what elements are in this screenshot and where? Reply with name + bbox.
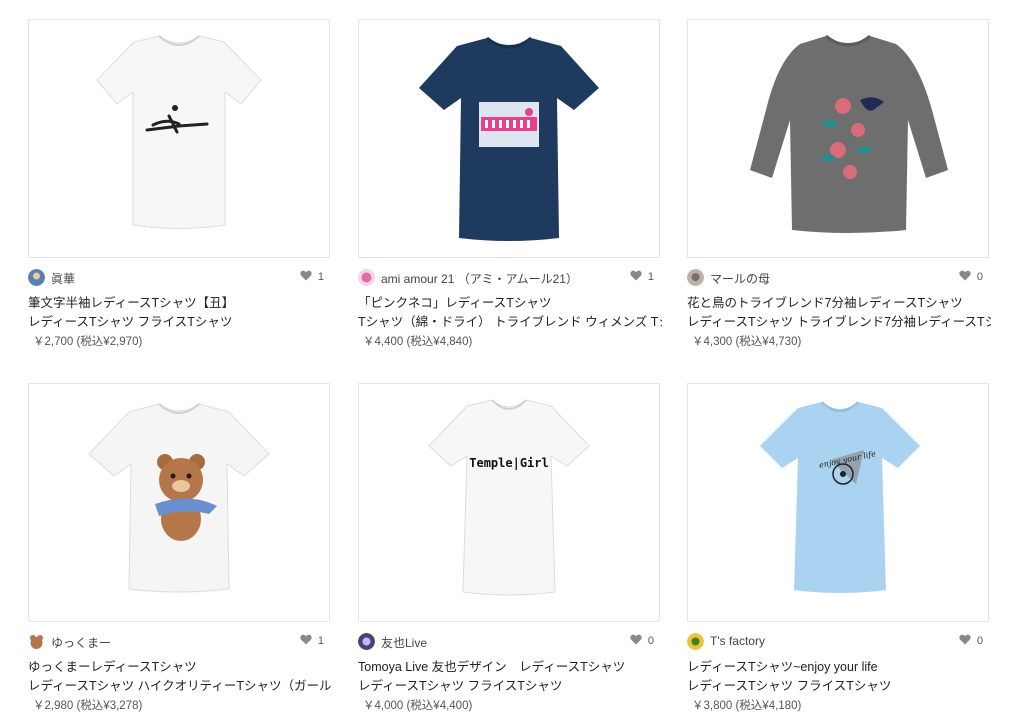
- product-type[interactable]: Tシャツ（綿・ドライ） トライブレンド ウィメンズ Tシャツ: [358, 312, 662, 332]
- product-price: ￥4,000 (税込¥4,400): [363, 700, 473, 712]
- avatar[interactable]: [358, 633, 375, 650]
- heart-icon[interactable]: [959, 270, 971, 281]
- tshirt-image: enjoy your life: [760, 401, 920, 593]
- heart-icon[interactable]: [630, 634, 642, 645]
- product-image[interactable]: [28, 19, 330, 258]
- heart-icon[interactable]: [300, 270, 312, 281]
- tshirt-image: Temple|Girl: [428, 399, 590, 596]
- avatar[interactable]: [687, 269, 704, 286]
- heart-icon[interactable]: [300, 634, 312, 645]
- product-type[interactable]: レディースTシャツ ハイクオリティーTシャツ（ガールズ）: [28, 676, 332, 696]
- like-count-value: 1: [317, 271, 324, 283]
- tshirt-image: [96, 35, 262, 229]
- product-title[interactable]: レディースTシャツ~enjoy your life: [687, 657, 991, 677]
- avatar[interactable]: [358, 269, 375, 286]
- product-image[interactable]: [687, 19, 989, 258]
- like-count[interactable]: 0: [959, 634, 983, 647]
- author-name[interactable]: マールの母: [710, 270, 770, 287]
- like-count-value: 0: [647, 635, 654, 647]
- author-name[interactable]: ゆっくまー: [51, 634, 111, 651]
- product-title[interactable]: Tomoya Live 友也デザイン レディースTシャツ: [358, 657, 662, 677]
- like-count-value: 0: [976, 271, 983, 283]
- tshirt-image: [88, 403, 270, 593]
- product-price: ￥4,400 (税込¥4,840): [363, 336, 473, 348]
- author-name[interactable]: 眞華: [51, 270, 75, 287]
- like-count[interactable]: 0: [959, 270, 983, 283]
- tshirt-image: [419, 36, 599, 241]
- product-image[interactable]: [28, 383, 330, 622]
- avatar[interactable]: [28, 633, 45, 650]
- product-type[interactable]: レディースTシャツ フライスTシャツ: [28, 312, 332, 332]
- print-text: Temple|Girl: [469, 456, 548, 470]
- like-count[interactable]: 0: [630, 634, 654, 647]
- avatar[interactable]: [28, 269, 45, 286]
- product-image[interactable]: [358, 19, 660, 258]
- product-price: ￥3,800 (税込¥4,180): [692, 700, 802, 712]
- author-name[interactable]: T's factory: [710, 634, 765, 648]
- like-count-value: 0: [976, 635, 983, 647]
- product-type[interactable]: レディースTシャツ トライブレンド7分袖レディースTシャツ: [687, 312, 991, 332]
- product-price: ￥2,980 (税込¥3,278): [33, 700, 143, 712]
- like-count-value: 1: [647, 271, 654, 283]
- author-name[interactable]: 友也Live: [381, 634, 427, 651]
- product-price: ￥2,700 (税込¥2,970): [33, 336, 143, 348]
- like-count[interactable]: 1: [300, 270, 324, 283]
- product-title[interactable]: 筆文字半袖レディースTシャツ【丑】: [28, 293, 332, 313]
- like-count[interactable]: 1: [300, 634, 324, 647]
- heart-icon[interactable]: [959, 634, 971, 645]
- like-count-value: 1: [317, 635, 324, 647]
- product-title[interactable]: 「ピンクネコ」レディースTシャツ: [358, 293, 662, 313]
- heart-icon[interactable]: [630, 270, 642, 281]
- product-title[interactable]: ゆっくまーレディースTシャツ: [28, 657, 332, 677]
- product-image[interactable]: Temple|Girl: [358, 383, 660, 622]
- product-type[interactable]: レディースTシャツ フライスTシャツ: [358, 676, 662, 696]
- product-type[interactable]: レディースTシャツ フライスTシャツ: [687, 676, 991, 696]
- avatar[interactable]: [687, 633, 704, 650]
- like-count[interactable]: 1: [630, 270, 654, 283]
- author-name[interactable]: ami amour 21 （アミ・アムール21）: [381, 270, 578, 287]
- product-image[interactable]: enjoy your life: [687, 383, 989, 622]
- tshirt-image: [750, 34, 948, 233]
- product-price: ￥4,300 (税込¥4,730): [692, 336, 802, 348]
- product-title[interactable]: 花と鳥のトライブレンド7分袖レディースTシャツ: [687, 293, 991, 313]
